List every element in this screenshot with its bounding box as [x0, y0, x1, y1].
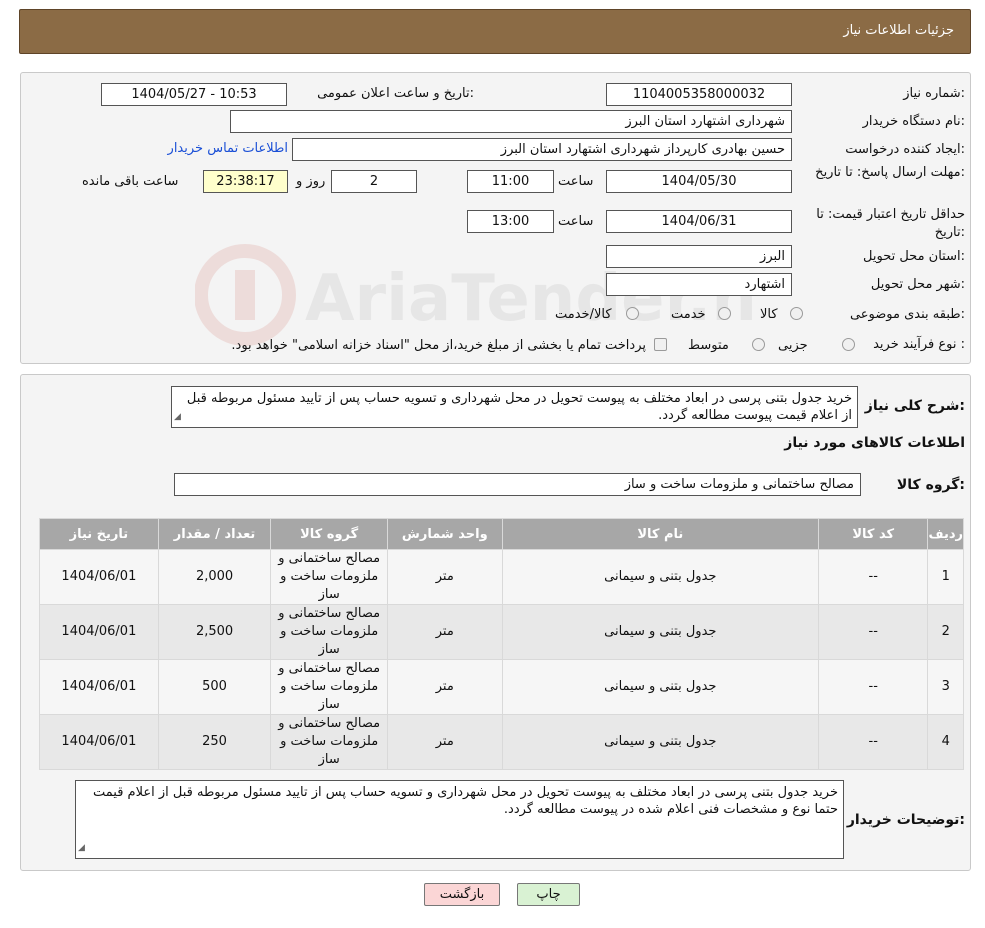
- cell-goods-code: --: [817, 549, 929, 605]
- cell-goods-name: جدول بتنی و سیمانی: [501, 714, 819, 770]
- buyer-notes-label: توضیحات خریدار:: [846, 812, 965, 828]
- cell-need-date: 1404/06/01: [39, 714, 159, 770]
- purchase-radio-medium[interactable]: [752, 338, 765, 351]
- cell-goods-code: --: [817, 659, 929, 715]
- category-option-service: خدمت: [671, 307, 706, 322]
- cell-goods-code: --: [817, 604, 929, 660]
- min-validity-time-field: 13:00: [467, 210, 554, 233]
- cell-goods-group: مصالح ساختمانی و ملزومات ساخت و ساز: [270, 604, 388, 660]
- min-validity-time-label: ساعت: [558, 214, 594, 229]
- cell-need-date: 1404/06/01: [39, 604, 159, 660]
- requester-label: ایجاد کننده درخواست:: [845, 142, 965, 157]
- back-button[interactable]: بازگشت: [424, 883, 500, 906]
- resize-handle-icon[interactable]: ◢: [78, 840, 85, 857]
- province-field: البرز: [606, 245, 792, 268]
- treasury-note: پرداخت تمام یا بخشی از مبلغ خرید،از محل …: [231, 338, 646, 353]
- cell-unit: متر: [386, 549, 503, 605]
- deadline-label: مهلت ارسال پاسخ: تا تاریخ:: [815, 165, 965, 180]
- buyer-notes-text: خرید جدول بتنی پرسی در ابعاد مختلف به پی…: [92, 785, 838, 817]
- cell-unit: متر: [386, 604, 503, 660]
- remaining-time-field: 23:38:17: [203, 170, 288, 193]
- cell-row-number: 1: [927, 549, 964, 605]
- table-row: 2 -- جدول بتنی و سیمانی متر مصالح ساختما…: [39, 604, 964, 660]
- cell-quantity: 250: [157, 714, 272, 770]
- cell-goods-name: جدول بتنی و سیمانی: [501, 604, 819, 660]
- col-goods-code: کد کالا: [817, 518, 929, 550]
- category-radio-service[interactable]: [718, 307, 731, 320]
- buyer-contact-link[interactable]: اطلاعات تماس خریدار: [168, 141, 288, 156]
- summary-textarea[interactable]: خرید جدول بتنی پرسی در ابعاد مختلف به پی…: [171, 386, 858, 428]
- min-validity-date-field: 1404/06/31: [606, 210, 792, 233]
- goods-group-field: مصالح ساختمانی و ملزومات ساخت و ساز: [174, 473, 861, 496]
- items-table: ردیف کد کالا نام کالا واحد شمارش گروه کا…: [39, 518, 964, 770]
- province-label: استان محل تحویل:: [863, 249, 965, 264]
- cell-unit: متر: [386, 714, 503, 770]
- buyer-notes-textarea[interactable]: خرید جدول بتنی پرسی در ابعاد مختلف به پی…: [75, 780, 844, 859]
- cell-goods-code: --: [817, 714, 929, 770]
- page-header: جزئیات اطلاعات نیاز: [19, 9, 971, 54]
- need-number-label: شماره نیاز:: [903, 86, 965, 101]
- deadline-time-field: 11:00: [467, 170, 554, 193]
- cell-goods-name: جدول بتنی و سیمانی: [501, 549, 819, 605]
- treasury-checkbox[interactable]: [654, 338, 667, 351]
- print-button[interactable]: چاپ: [517, 883, 580, 906]
- category-radio-goods[interactable]: [790, 307, 803, 320]
- cell-goods-group: مصالح ساختمانی و ملزومات ساخت و ساز: [270, 714, 388, 770]
- table-header-row: ردیف کد کالا نام کالا واحد شمارش گروه کا…: [39, 518, 964, 550]
- buyer-org-label: نام دستگاه خریدار:: [862, 114, 965, 129]
- need-number-field: 1104005358000032: [606, 83, 792, 106]
- col-quantity: تعداد / مقدار: [157, 518, 272, 550]
- cell-quantity: 2,500: [157, 604, 272, 660]
- cell-need-date: 1404/06/01: [39, 659, 159, 715]
- purchase-option-medium: متوسط: [688, 338, 729, 353]
- days-label: روز و: [296, 174, 326, 189]
- cell-goods-group: مصالح ساختمانی و ملزومات ساخت و ساز: [270, 549, 388, 605]
- goods-group-label: گروه کالا:: [896, 477, 965, 493]
- city-field: اشتهارد: [606, 273, 792, 296]
- col-need-date: تاریخ نیاز: [39, 518, 159, 550]
- requester-field: حسین بهادری کارپرداز شهرداری اشتهارد است…: [292, 138, 792, 161]
- table-row: 1 -- جدول بتنی و سیمانی متر مصالح ساختما…: [39, 549, 964, 605]
- category-radio-goods-service[interactable]: [626, 307, 639, 320]
- min-validity-label: حداقل تاریخ اعتبار قیمت: تا تاریخ:: [816, 207, 965, 240]
- city-label: شهر محل تحویل:: [870, 277, 965, 292]
- deadline-date-field: 1404/05/30: [606, 170, 792, 193]
- summary-text: خرید جدول بتنی پرسی در ابعاد مختلف به پی…: [186, 391, 852, 423]
- cell-row-number: 4: [927, 714, 964, 770]
- cell-unit: متر: [386, 659, 503, 715]
- purchase-radio-partial[interactable]: [842, 338, 855, 351]
- page-title: جزئیات اطلاعات نیاز: [843, 23, 954, 38]
- cell-goods-name: جدول بتنی و سیمانی: [501, 659, 819, 715]
- category-option-goods-service: کالا/خدمت: [555, 307, 612, 322]
- announce-label: تاریخ و ساعت اعلان عمومی:: [317, 86, 474, 101]
- table-row: 3 -- جدول بتنی و سیمانی متر مصالح ساختما…: [39, 659, 964, 715]
- buyer-org-field: شهرداری اشتهارد استان البرز: [230, 110, 792, 133]
- table-row: 4 -- جدول بتنی و سیمانی متر مصالح ساختما…: [39, 714, 964, 770]
- purchase-option-partial: جزیی: [778, 338, 808, 353]
- cell-quantity: 2,000: [157, 549, 272, 605]
- col-row-number: ردیف: [927, 518, 964, 550]
- announce-datetime-field: 1404/05/27 - 10:53: [101, 83, 287, 106]
- purchase-type-label: نوع فرآیند خرید :: [873, 337, 965, 352]
- cell-row-number: 2: [927, 604, 964, 660]
- remaining-time-label: ساعت باقی مانده: [82, 174, 179, 189]
- category-label: طبقه بندی موضوعی:: [849, 307, 965, 322]
- col-goods-name: نام کالا: [501, 518, 819, 550]
- deadline-time-label: ساعت: [558, 174, 594, 189]
- cell-goods-group: مصالح ساختمانی و ملزومات ساخت و ساز: [270, 659, 388, 715]
- resize-handle-icon[interactable]: ◢: [174, 409, 181, 426]
- summary-label: شرح کلی نیاز:: [864, 398, 965, 414]
- col-unit: واحد شمارش: [386, 518, 503, 550]
- cell-quantity: 500: [157, 659, 272, 715]
- days-remaining-field: 2: [331, 170, 417, 193]
- category-option-goods: کالا: [760, 307, 778, 322]
- cell-need-date: 1404/06/01: [39, 549, 159, 605]
- items-heading: اطلاعات کالاهای مورد نیاز: [784, 435, 965, 451]
- cell-row-number: 3: [927, 659, 964, 715]
- col-goods-group: گروه کالا: [270, 518, 388, 550]
